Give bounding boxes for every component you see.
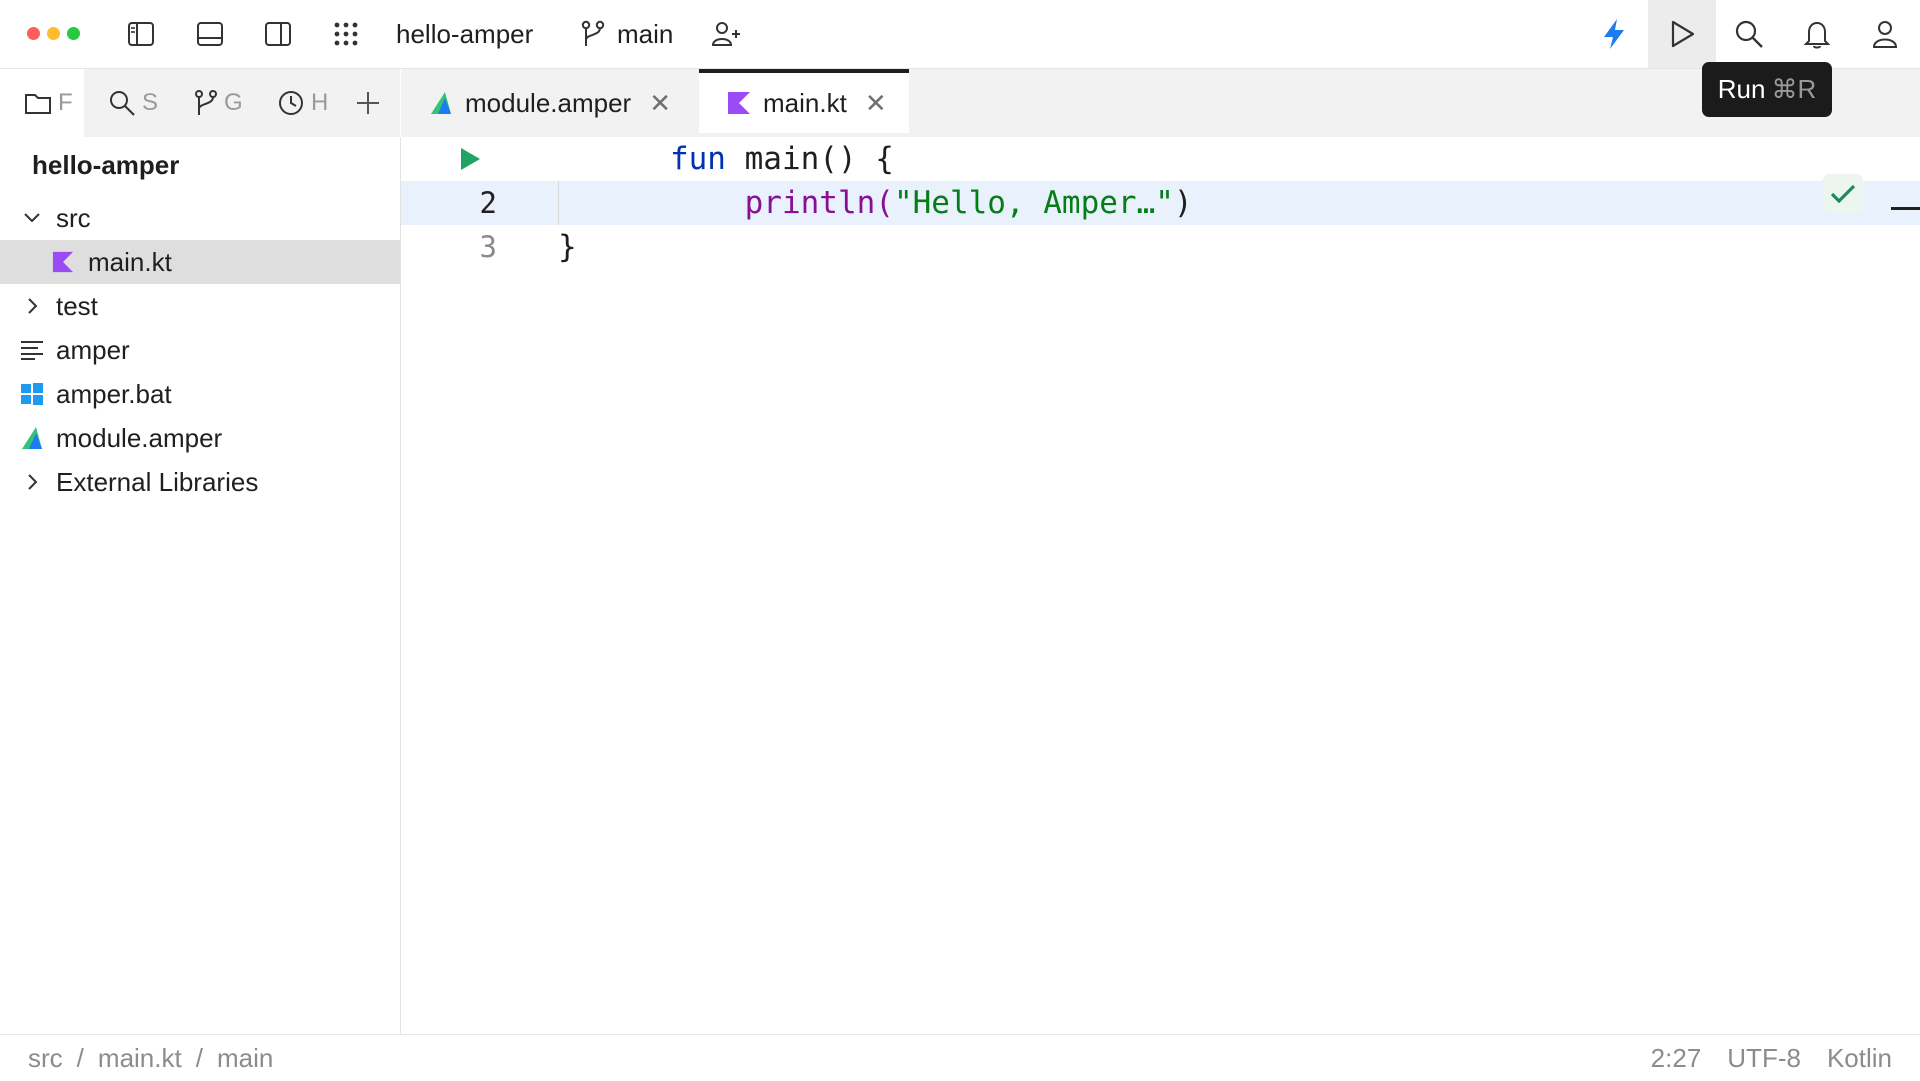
user-icon[interactable] [1865,14,1905,54]
clock-icon [279,91,303,115]
code-text: } [558,229,577,265]
tree-item-label: main.kt [88,246,172,277]
breadcrumb-item[interactable]: main [217,1043,273,1074]
kotlin-icon [52,251,74,273]
add-user-icon[interactable] [707,14,747,54]
tool-tab-label: S [142,89,159,116]
tool-window-tab-strip: F S G H [0,69,400,137]
run-button[interactable] [1648,0,1716,68]
branch-icon[interactable] [573,14,613,54]
run-gutter-icon[interactable] [459,147,481,171]
lightning-icon[interactable] [1594,14,1634,54]
code-editor[interactable]: fun main() { 2 println("Hello, Amper…") … [401,137,1920,1034]
tool-tab-git[interactable]: G [194,86,248,120]
search-icon [110,91,135,116]
sidebar-right-icon[interactable] [258,14,298,54]
tool-tab-label: H [311,89,329,116]
run-tooltip: Run ⌘R [1702,62,1832,117]
breadcrumb-separator: / [195,1043,203,1073]
tree-item-external-libraries[interactable]: External Libraries [0,460,400,504]
breadcrumb-separator: / [76,1043,84,1073]
code-line-current[interactable]: 2 println("Hello, Amper…") [401,181,1920,225]
tree-item-src[interactable]: src [0,196,400,240]
tree-item-amper-bat[interactable]: amper.bat [0,372,400,416]
tool-tab-label: F [58,89,73,116]
tree-item-module-amper[interactable]: module.amper [0,416,400,460]
inspection-status[interactable] [1823,174,1863,214]
window-maximize-button[interactable] [67,27,80,40]
scroll-marker[interactable] [1891,207,1920,210]
chevron-right-icon[interactable] [22,296,42,316]
tree-item-label: src [56,202,91,233]
code-line[interactable]: 3 } [401,225,1920,269]
tool-tab-project[interactable]: F [24,86,80,120]
git-icon [195,90,217,115]
chevron-down-icon[interactable] [22,208,42,228]
breadcrumb-item[interactable]: src [28,1043,63,1074]
caret-position[interactable]: 2:27 [1651,1043,1702,1074]
code-text: ) [1173,185,1193,221]
tooltip-label: Run [1717,74,1766,104]
title-bar: hello-amper main [0,0,1920,69]
window-close-button[interactable] [27,27,40,40]
line-number: 2 [479,186,497,220]
panel-bottom-icon[interactable] [190,14,230,54]
check-icon [1830,184,1856,204]
tree-item-label: module.amper [56,422,223,453]
project-name[interactable]: hello-amper [396,19,533,50]
tool-tab-label: G [224,89,243,116]
status-bar: src / main.kt / main 2:27 UTF-8 Kotlin [0,1034,1920,1081]
branch-name[interactable]: main [617,19,673,50]
tooltip-shortcut: ⌘R [1771,74,1817,104]
text-file-icon [21,341,43,360]
tree-item-main-kt[interactable]: main.kt [0,240,400,284]
tree-item-test[interactable]: test [0,284,400,328]
window-minimize-button[interactable] [47,27,60,40]
breadcrumb: src / main.kt / main [28,1043,273,1074]
amper-icon [431,92,451,114]
project-root-label: hello-amper [32,150,180,180]
line-number: 3 [479,230,497,264]
apps-grid-icon[interactable] [326,14,366,54]
folder-icon [25,94,51,114]
sidebar-left-icon[interactable] [121,14,161,54]
tool-tab-history[interactable]: H [277,86,331,120]
add-tool-tab-button[interactable] [354,86,384,120]
code-call: println( [744,185,894,221]
code-string: "Hello, Amper…" [893,185,1174,221]
plus-icon [357,92,379,114]
project-tree: hello-amper src main.kt test amper amper… [0,137,401,1034]
file-encoding[interactable]: UTF-8 [1727,1043,1801,1074]
bell-icon[interactable] [1797,14,1837,54]
tool-tab-search[interactable]: S [108,86,164,120]
file-language[interactable]: Kotlin [1827,1043,1892,1074]
search-icon[interactable] [1729,14,1769,54]
run-icon [1671,20,1695,48]
tree-item-label: amper [56,334,130,365]
tree-item-label: amper.bat [56,378,172,409]
tree-item-label: External Libraries [56,466,259,497]
status-widgets: 2:27 UTF-8 Kotlin [1651,1043,1892,1074]
chevron-right-icon[interactable] [22,472,42,492]
tree-item-label: test [56,290,98,321]
windows-icon [21,383,43,405]
tree-item-amper[interactable]: amper [0,328,400,372]
amper-icon [22,427,42,449]
breadcrumb-item[interactable]: main.kt [98,1043,182,1074]
